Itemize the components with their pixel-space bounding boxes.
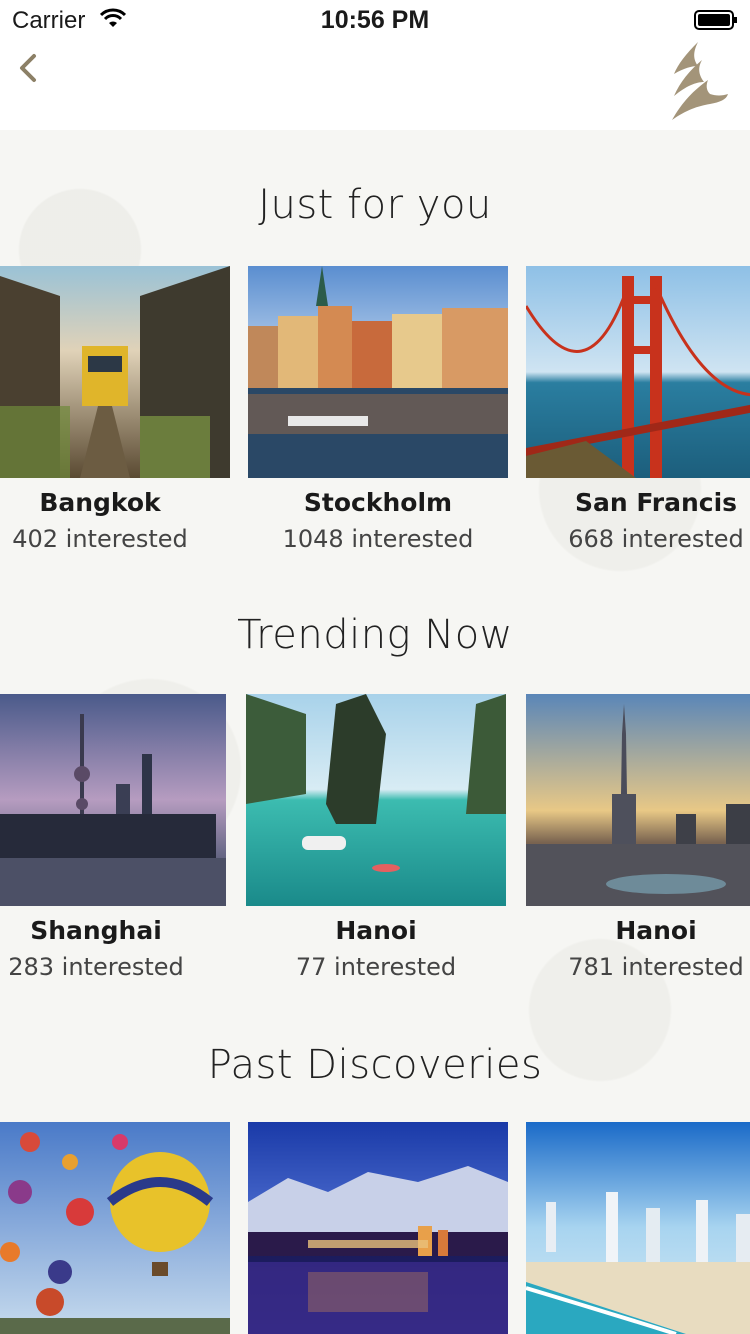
interested-count: 283 interested	[8, 953, 184, 981]
navigation-bar	[0, 40, 750, 130]
destination-card-san-francisco[interactable]: San Francis 668 interested	[526, 266, 750, 553]
destination-card-shanghai[interactable]: Shanghai 283 interested	[0, 694, 226, 981]
bangkok-photo	[0, 266, 230, 478]
beach-skyline-photo	[526, 1122, 750, 1334]
discover-content[interactable]: Just for you Bangkok 402 interested Stoc…	[0, 130, 750, 1334]
destination-card-past-2[interactable]	[248, 1122, 508, 1334]
san-francisco-photo	[526, 266, 750, 478]
dubai-skyline-photo	[526, 694, 750, 906]
airline-logo	[668, 40, 730, 122]
interested-count: 781 interested	[568, 953, 744, 981]
destination-card-past-3[interactable]	[526, 1122, 750, 1334]
destination-card-past-1[interactable]	[0, 1122, 230, 1334]
status-time: 10:56 PM	[320, 6, 430, 34]
destination-name: Hanoi	[615, 916, 697, 945]
interested-count: 668 interested	[568, 525, 744, 553]
interested-count: 402 interested	[12, 525, 188, 553]
interested-count: 1048 interested	[282, 525, 474, 553]
battery-icon	[694, 10, 738, 30]
hot-air-balloons-photo	[0, 1122, 230, 1334]
interested-count: 77 interested	[295, 953, 457, 981]
night-city-mountains-photo	[248, 1122, 508, 1334]
section-title-past-discoveries: Past Discoveries	[207, 1042, 543, 1088]
destination-name: San Francis	[574, 488, 738, 517]
destination-name: Stockholm	[303, 488, 453, 517]
destination-name: Hanoi	[335, 916, 417, 945]
section-title-just-for-you: Just for you	[258, 182, 492, 228]
shanghai-photo	[0, 694, 226, 906]
destination-card-hanoi-2[interactable]: Hanoi 781 interested	[526, 694, 750, 981]
destination-name: Bangkok	[39, 488, 161, 517]
destination-card-stockholm[interactable]: Stockholm 1048 interested	[248, 266, 508, 553]
section-title-trending-now: Trending Now	[237, 612, 513, 658]
status-bar: Carrier 10:56 PM	[0, 0, 750, 40]
chevron-left-icon	[14, 52, 44, 86]
destination-card-bangkok[interactable]: Bangkok 402 interested	[0, 266, 230, 553]
hanoi-bay-photo	[246, 694, 506, 906]
destination-card-hanoi-1[interactable]: Hanoi 77 interested	[246, 694, 506, 981]
back-button[interactable]	[14, 52, 44, 86]
stockholm-photo	[248, 266, 508, 478]
destination-name: Shanghai	[30, 916, 162, 945]
